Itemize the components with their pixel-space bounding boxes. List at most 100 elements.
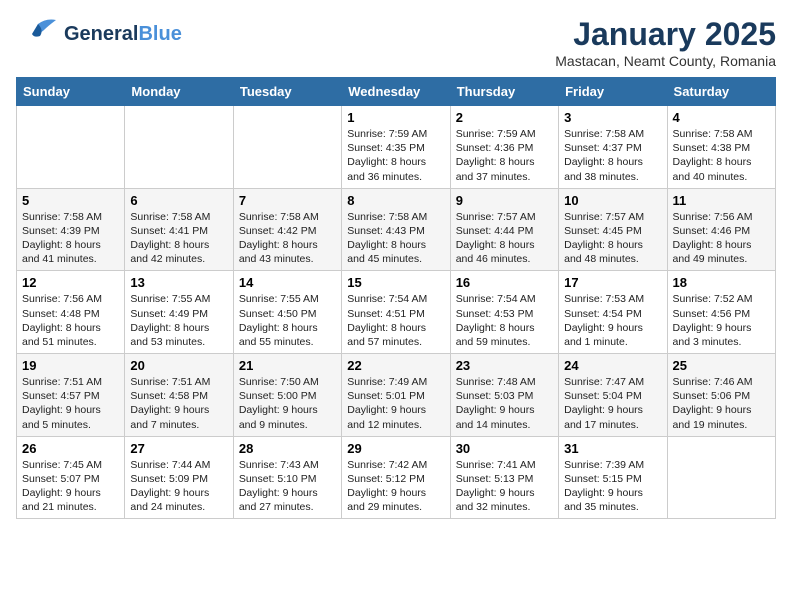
cell-info: Sunrise: 7:43 AM Sunset: 5:10 PM Dayligh… (239, 459, 319, 514)
calendar-cell: 30 Sunrise: 7:41 AM Sunset: 5:13 PM Dayli… (450, 436, 558, 519)
header-monday: Monday (125, 78, 233, 106)
calendar-cell: 15 Sunrise: 7:54 AM Sunset: 4:51 PM Dayli… (342, 271, 450, 354)
cell-info: Sunrise: 7:57 AM Sunset: 4:45 PM Dayligh… (564, 211, 644, 266)
cell-info: Sunrise: 7:51 AM Sunset: 4:58 PM Dayligh… (130, 376, 210, 431)
cell-info: Sunrise: 7:49 AM Sunset: 5:01 PM Dayligh… (347, 376, 427, 431)
day-number: 4 (673, 110, 770, 125)
calendar-table: SundayMondayTuesdayWednesdayThursdayFrid… (16, 77, 776, 519)
day-number: 16 (456, 275, 553, 290)
calendar-cell: 11 Sunrise: 7:56 AM Sunset: 4:46 PM Dayli… (667, 188, 775, 271)
calendar-cell: 5 Sunrise: 7:58 AM Sunset: 4:39 PM Daylig… (17, 188, 125, 271)
cell-info: Sunrise: 7:51 AM Sunset: 4:57 PM Dayligh… (22, 376, 102, 431)
day-number: 8 (347, 193, 444, 208)
cell-info: Sunrise: 7:58 AM Sunset: 4:39 PM Dayligh… (22, 211, 102, 266)
logo: GeneralBlue (16, 16, 182, 52)
day-number: 11 (673, 193, 770, 208)
calendar-cell: 27 Sunrise: 7:44 AM Sunset: 5:09 PM Dayli… (125, 436, 233, 519)
calendar-cell: 24 Sunrise: 7:47 AM Sunset: 5:04 PM Dayli… (559, 354, 667, 437)
calendar-cell: 22 Sunrise: 7:49 AM Sunset: 5:01 PM Dayli… (342, 354, 450, 437)
calendar-cell: 10 Sunrise: 7:57 AM Sunset: 4:45 PM Dayli… (559, 188, 667, 271)
title-block: January 2025 Mastacan, Neamt County, Rom… (555, 16, 776, 69)
calendar-cell: 31Sunrise: 7:39 AM Sunset: 5:15 PM Dayli… (559, 436, 667, 519)
day-number: 2 (456, 110, 553, 125)
cell-info: Sunrise: 7:58 AM Sunset: 4:38 PM Dayligh… (673, 128, 753, 183)
location-subtitle: Mastacan, Neamt County, Romania (555, 53, 776, 69)
calendar-cell: 2 Sunrise: 7:59 AM Sunset: 4:36 PM Daylig… (450, 106, 558, 189)
calendar-cell: 25Sunrise: 7:46 AM Sunset: 5:06 PM Dayli… (667, 354, 775, 437)
calendar-cell (667, 436, 775, 519)
day-number: 23 (456, 358, 553, 373)
calendar-cell: 7 Sunrise: 7:58 AM Sunset: 4:42 PM Daylig… (233, 188, 341, 271)
cell-info: Sunrise: 7:57 AM Sunset: 4:44 PM Dayligh… (456, 211, 536, 266)
day-number: 24 (564, 358, 661, 373)
day-number: 26 (22, 441, 119, 456)
cell-info: Sunrise: 7:42 AM Sunset: 5:12 PM Dayligh… (347, 459, 427, 514)
day-number: 21 (239, 358, 336, 373)
cell-info: Sunrise: 7:53 AM Sunset: 4:54 PM Dayligh… (564, 293, 644, 348)
cell-info: Sunrise: 7:55 AM Sunset: 4:50 PM Dayligh… (239, 293, 319, 348)
day-number: 22 (347, 358, 444, 373)
day-number: 25 (673, 358, 770, 373)
day-number: 28 (239, 441, 336, 456)
calendar-cell: 26 Sunrise: 7:45 AM Sunset: 5:07 PM Dayli… (17, 436, 125, 519)
calendar-cell: 8 Sunrise: 7:58 AM Sunset: 4:43 PM Daylig… (342, 188, 450, 271)
cell-info: Sunrise: 7:48 AM Sunset: 5:03 PM Dayligh… (456, 376, 536, 431)
calendar-body: 1Sunrise: 7:59 AM Sunset: 4:35 PM Daylig… (17, 106, 776, 519)
day-number: 17 (564, 275, 661, 290)
cell-info: Sunrise: 7:58 AM Sunset: 4:42 PM Dayligh… (239, 211, 319, 266)
day-number: 10 (564, 193, 661, 208)
calendar-cell: 9Sunrise: 7:57 AM Sunset: 4:44 PM Daylig… (450, 188, 558, 271)
calendar-cell: 20 Sunrise: 7:51 AM Sunset: 4:58 PM Dayli… (125, 354, 233, 437)
calendar-cell: 29Sunrise: 7:42 AM Sunset: 5:12 PM Dayli… (342, 436, 450, 519)
calendar-cell (233, 106, 341, 189)
calendar-header: SundayMondayTuesdayWednesdayThursdayFrid… (17, 78, 776, 106)
cell-info: Sunrise: 7:45 AM Sunset: 5:07 PM Dayligh… (22, 459, 102, 514)
calendar-cell (17, 106, 125, 189)
day-number: 14 (239, 275, 336, 290)
calendar-cell: 21 Sunrise: 7:50 AM Sunset: 5:00 PM Dayli… (233, 354, 341, 437)
day-number: 12 (22, 275, 119, 290)
calendar-cell: 14 Sunrise: 7:55 AM Sunset: 4:50 PM Dayli… (233, 271, 341, 354)
calendar-cell: 28 Sunrise: 7:43 AM Sunset: 5:10 PM Dayli… (233, 436, 341, 519)
page-header: GeneralBlue January 2025 Mastacan, Neamt… (16, 16, 776, 69)
month-title: January 2025 (555, 16, 776, 53)
calendar-cell: 19 Sunrise: 7:51 AM Sunset: 4:57 PM Dayli… (17, 354, 125, 437)
day-number: 30 (456, 441, 553, 456)
logo-bird-icon (16, 16, 60, 52)
header-friday: Friday (559, 78, 667, 106)
day-number: 6 (130, 193, 227, 208)
calendar-cell: 16 Sunrise: 7:54 AM Sunset: 4:53 PM Dayli… (450, 271, 558, 354)
day-number: 1 (347, 110, 444, 125)
day-number: 18 (673, 275, 770, 290)
day-number: 7 (239, 193, 336, 208)
calendar-cell: 18Sunrise: 7:52 AM Sunset: 4:56 PM Dayli… (667, 271, 775, 354)
cell-info: Sunrise: 7:41 AM Sunset: 5:13 PM Dayligh… (456, 459, 536, 514)
cell-info: Sunrise: 7:58 AM Sunset: 4:37 PM Dayligh… (564, 128, 644, 183)
calendar-cell: 23 Sunrise: 7:48 AM Sunset: 5:03 PM Dayli… (450, 354, 558, 437)
day-number: 27 (130, 441, 227, 456)
logo-text: GeneralBlue (64, 23, 182, 45)
header-sunday: Sunday (17, 78, 125, 106)
header-saturday: Saturday (667, 78, 775, 106)
day-number: 31 (564, 441, 661, 456)
calendar-cell: 6Sunrise: 7:58 AM Sunset: 4:41 PM Daylig… (125, 188, 233, 271)
day-number: 20 (130, 358, 227, 373)
calendar-cell: 13Sunrise: 7:55 AM Sunset: 4:49 PM Dayli… (125, 271, 233, 354)
cell-info: Sunrise: 7:59 AM Sunset: 4:36 PM Dayligh… (456, 128, 536, 183)
cell-info: Sunrise: 7:58 AM Sunset: 4:43 PM Dayligh… (347, 211, 427, 266)
cell-info: Sunrise: 7:54 AM Sunset: 4:53 PM Dayligh… (456, 293, 536, 348)
calendar-cell: 12Sunrise: 7:56 AM Sunset: 4:48 PM Dayli… (17, 271, 125, 354)
day-number: 13 (130, 275, 227, 290)
calendar-cell (125, 106, 233, 189)
calendar-cell: 4 Sunrise: 7:58 AM Sunset: 4:38 PM Daylig… (667, 106, 775, 189)
day-number: 5 (22, 193, 119, 208)
day-number: 19 (22, 358, 119, 373)
cell-info: Sunrise: 7:44 AM Sunset: 5:09 PM Dayligh… (130, 459, 210, 514)
calendar-cell: 3Sunrise: 7:58 AM Sunset: 4:37 PM Daylig… (559, 106, 667, 189)
cell-info: Sunrise: 7:50 AM Sunset: 5:00 PM Dayligh… (239, 376, 319, 431)
cell-info: Sunrise: 7:54 AM Sunset: 4:51 PM Dayligh… (347, 293, 427, 348)
day-number: 15 (347, 275, 444, 290)
calendar-cell: 1Sunrise: 7:59 AM Sunset: 4:35 PM Daylig… (342, 106, 450, 189)
cell-info: Sunrise: 7:47 AM Sunset: 5:04 PM Dayligh… (564, 376, 644, 431)
cell-info: Sunrise: 7:56 AM Sunset: 4:46 PM Dayligh… (673, 211, 753, 266)
